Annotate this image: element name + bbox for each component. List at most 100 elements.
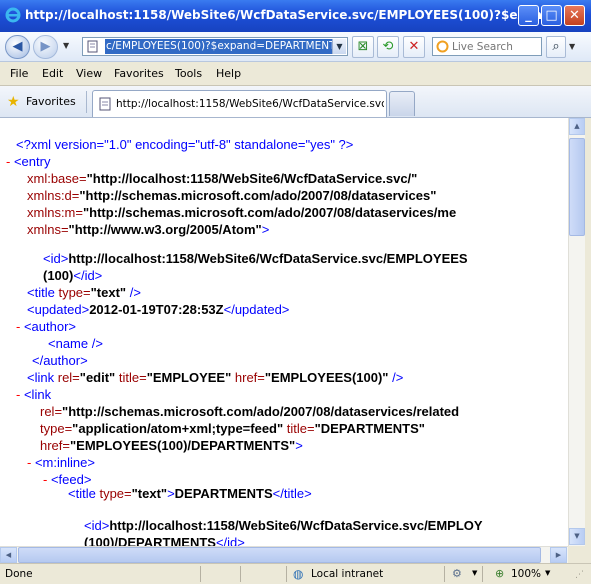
xml-attr-value: "http://schemas.microsoft.com/ado/2007/0… [62,404,460,419]
xml-attr-name: xml:base= [27,171,87,186]
xml-attr-value: "http://www.w3.org/2005/Atom" [68,222,262,237]
xml-line-feed-id: <id>http://localhost:1158/WebSite6/WcfDa… [84,517,483,534]
xml-tag: > [261,222,270,237]
search-options-dropdown-icon[interactable]: ▼ [569,42,575,51]
xml-attr-name: href= [234,370,265,385]
xml-attr-value: "text" [131,486,168,501]
collapse-toggle[interactable]: - [43,472,47,487]
collapse-toggle[interactable]: - [16,319,20,334]
vertical-scroll-thumb[interactable] [569,138,585,236]
xml-line-link-rel: rel="http://schemas.microsoft.com/ado/20… [40,403,459,420]
tab-current-page[interactable]: http://localhost:1158/WebSite6/WcfDataSe… [92,90,387,117]
xml-line-link-href: href="EMPLOYEES(100)/DEPARTMENTS"> [40,437,303,454]
page-content: <?xml version="1.0" encoding="utf-8" sta… [0,118,568,546]
status-bar: Done ◍ Local intranet ⚙ ▼ ⊕ 100% ▼ ⋰ [0,563,591,584]
scroll-down-arrow-icon[interactable]: ▼ [569,528,585,545]
vertical-scrollbar[interactable]: ▲ ▼ [568,118,585,546]
stop-icon: ✕ [408,39,420,54]
zoom-level[interactable]: 100% [511,568,541,580]
xml-line-author-close: </author> [32,352,88,369]
scroll-left-arrow-icon[interactable]: ◀ [0,547,17,563]
menu-tools[interactable]: Tools [175,67,202,80]
xml-attr-value: "EMPLOYEES(100)/DEPARTMENTS" [70,438,296,453]
forward-arrow-icon: ▶ [40,39,51,54]
refresh-icon: ⟲ [382,39,394,54]
horizontal-scrollbar[interactable]: ◀ ▶ [0,546,568,563]
xml-line-feed-id-cont: (100)/DEPARTMENTS</id> [84,534,245,546]
xml-line-updated: <updated>2012-01-19T07:28:53Z</updated> [27,301,289,318]
xml-attr-name: title= [286,421,315,436]
xml-line-link-edit: <link rel="edit" title="EMPLOYEE" href="… [27,369,403,386]
new-tab-button[interactable] [389,91,415,116]
scroll-right-arrow-icon[interactable]: ▶ [550,547,567,563]
xml-attr-name: href= [40,438,70,453]
close-button[interactable]: ✕ [564,5,585,26]
xml-decl-text: <?xml version="1.0" encoding="utf-8" sta… [16,137,354,152]
address-bar[interactable]: c/EMPLOYEES(100)?$expand=DEPARTMENTS ▼ [82,37,348,56]
search-input[interactable] [452,39,538,54]
compatibility-button[interactable]: ⊠ [352,36,374,58]
xml-tag: /> [129,285,141,300]
forward-button[interactable]: ▶ [33,35,58,59]
search-button[interactable]: ⌕ [546,36,566,58]
navigation-bar: ◀ ▶ ▼ c/EMPLOYEES(100)?$expand=DEPARTMEN… [0,32,591,62]
favorites-star-icon[interactable]: ★ [7,94,20,110]
xml-tag: <title [68,486,96,501]
back-button[interactable]: ◀ [5,35,30,59]
xml-tag: <entry [13,154,51,169]
collapse-toggle[interactable]: - [6,154,10,169]
xml-line-author: - <author> [16,318,76,335]
maximize-button[interactable]: □ [541,5,562,26]
xml-tag: </id> [215,535,245,546]
search-box[interactable] [432,37,542,56]
xml-line-link: - <link [16,386,51,403]
menu-file[interactable]: File [10,67,28,80]
favorites-button[interactable]: Favorites [26,95,76,108]
zoom-dropdown-icon[interactable]: ▼ [545,569,550,577]
xml-attr-value: "application/atom+xml;type=feed" [72,421,284,436]
xml-tag: <author> [23,319,77,334]
menu-edit[interactable]: Edit [42,67,63,80]
title-bar: http://localhost:1158/WebSite6/WcfDataSe… [0,0,591,32]
minimize-button[interactable]: _ [518,5,539,26]
xml-line-entry: - <entry [6,153,50,170]
resize-grip-icon[interactable]: ⋰ [575,570,584,580]
menu-view[interactable]: View [76,67,102,80]
zoom-icon[interactable]: ⊕ [495,567,504,580]
xml-declaration: <?xml version="1.0" encoding="utf-8" sta… [16,136,353,153]
xml-attr-value: "http://schemas.microsoft.com/ado/2007/0… [82,205,457,220]
collapse-toggle[interactable]: - [27,455,31,470]
xml-attr-name: type= [58,285,91,300]
scroll-up-arrow-icon[interactable]: ▲ [569,118,585,135]
menu-help[interactable]: Help [216,67,241,80]
address-input[interactable]: c/EMPLOYEES(100)?$expand=DEPARTMENTS [105,39,333,54]
xml-line-id-cont: (100)</id> [43,267,102,284]
xml-tag: </author> [32,353,88,368]
xml-attr-name: type= [99,486,132,501]
favorites-bar: ★ Favorites http://localhost:1158/WebSit… [0,86,591,118]
xml-tag: </updated> [223,302,290,317]
page-icon [99,97,111,111]
protected-mode-icon[interactable]: ⚙ [452,567,462,580]
xml-tag: <m:inline> [34,455,95,470]
xml-text: http://localhost:1158/WebSite6/WcfDataSe… [68,251,468,266]
horizontal-scroll-thumb[interactable] [18,547,541,563]
status-divider [444,566,445,582]
collapse-toggle[interactable]: - [16,387,20,402]
recent-pages-dropdown-icon[interactable]: ▼ [63,41,69,50]
xml-attr-value: "EMPLOYEES(100)" [264,370,389,385]
xml-attr-value: "http://schemas.microsoft.com/ado/2007/0… [79,188,437,203]
stop-button[interactable]: ✕ [403,36,425,58]
xml-line-title: <title type="text" /> [27,284,141,301]
xml-tag: <title [27,285,55,300]
ie-logo-icon [5,7,21,23]
scrollbar-corner [568,546,591,563]
refresh-button[interactable]: ⟲ [377,36,399,58]
address-dropdown-icon[interactable]: ▼ [332,39,346,54]
xml-attr-name: xmlns= [27,222,69,237]
xml-tag: /> [392,370,404,385]
xml-attr-value: "http://localhost:1158/WebSite6/WcfDataS… [86,171,418,186]
xml-line-xmlbase: xml:base="http://localhost:1158/WebSite6… [27,170,417,187]
protected-mode-dropdown-icon[interactable]: ▼ [472,569,477,577]
menu-favorites[interactable]: Favorites [114,67,164,80]
